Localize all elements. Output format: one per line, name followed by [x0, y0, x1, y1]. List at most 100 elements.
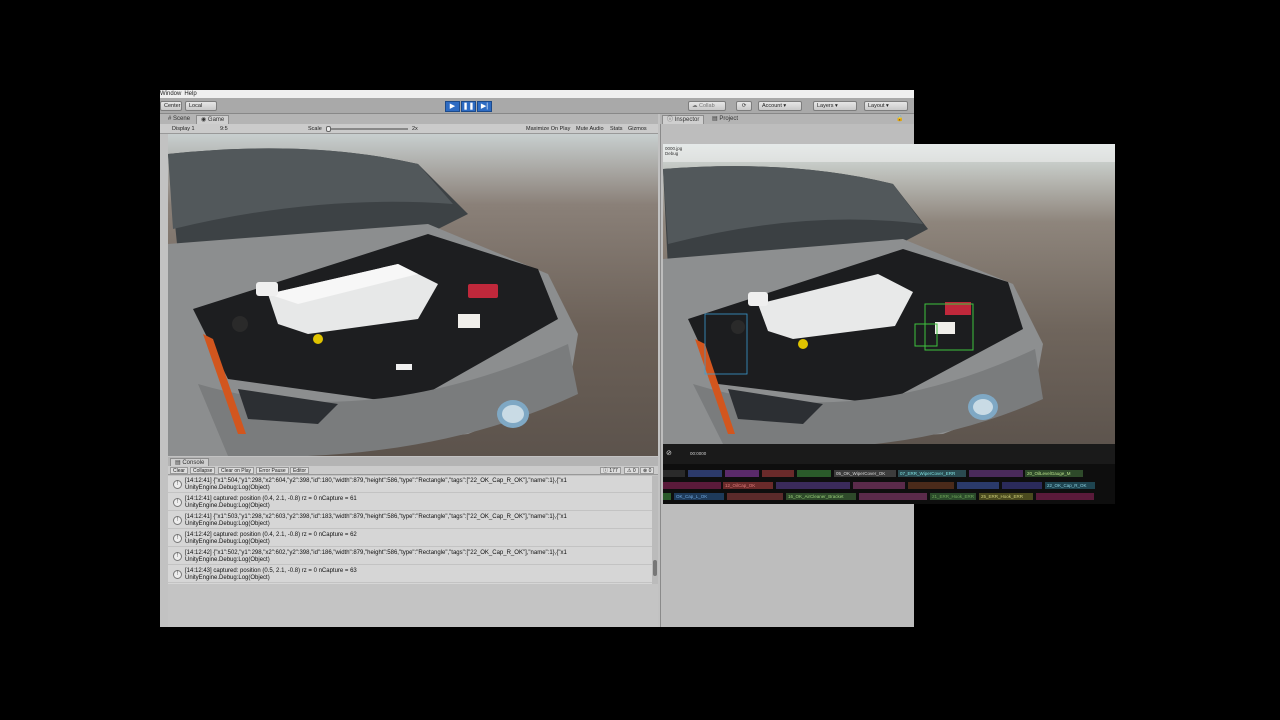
- services-button[interactable]: ⟳: [736, 101, 752, 111]
- tab-scene-label: Scene: [173, 116, 191, 122]
- game-panel-tabs: # Scene ◉ Game: [160, 114, 658, 124]
- tab-inspector[interactable]: ⓘ Inspector: [662, 115, 705, 124]
- collab-button[interactable]: ☁ Collab: [688, 101, 726, 111]
- log-message: [14:12:42] {"x1":502,"y1":298,"x2":602,"…: [185, 550, 567, 556]
- account-dropdown[interactable]: Account ▾: [758, 101, 802, 111]
- display-dropdown[interactable]: Display 1: [172, 125, 195, 133]
- play-button[interactable]: ▶: [445, 101, 460, 112]
- scale-value: 2x: [412, 126, 418, 132]
- log-stacktrace: UnityEngine.Debug:Log(Object): [185, 521, 270, 527]
- local-label: Local: [189, 103, 203, 109]
- console-clear-on-play-toggle[interactable]: Clear on Play: [218, 467, 255, 474]
- layout-dropdown[interactable]: Layout ▾: [864, 101, 908, 111]
- stats-toggle[interactable]: Stats: [610, 125, 623, 133]
- log-stacktrace: UnityEngine.Debug:Log(Object): [185, 485, 270, 491]
- console-log-list[interactable]: ! [14:12:41] {"x1":504,"y1":298,"x2":604,…: [168, 476, 652, 584]
- console-log-row[interactable]: ! [14:12:41] {"x1":503,"y1":298,"x2":603,…: [168, 512, 652, 529]
- scale-slider-track[interactable]: [328, 128, 408, 130]
- tag-chip[interactable]: [762, 470, 794, 477]
- console-log-count[interactable]: ⓘ 177: [600, 467, 621, 474]
- tag-hook-err-25[interactable]: 25_ERR_Hook_ERR: [979, 493, 1033, 500]
- console-error-pause-toggle[interactable]: Error Pause: [256, 467, 289, 474]
- tab-inspector-label: Inspector: [674, 117, 700, 123]
- tag-chip[interactable]: [1002, 482, 1042, 489]
- menu-help[interactable]: Help: [184, 91, 196, 97]
- console-log-row[interactable]: ! [14:12:43] captured: position (0.5, 2.1…: [168, 566, 652, 583]
- car-engine-render: [168, 148, 578, 456]
- pivot-local-button[interactable]: Local: [185, 101, 217, 111]
- lock-icon[interactable]: 🔒: [896, 115, 903, 122]
- tag-chip[interactable]: [1036, 493, 1094, 500]
- tag-chip[interactable]: [725, 470, 759, 477]
- console-log-row[interactable]: ! [14:12:41] {"x1":504,"y1":298,"x2":604,…: [168, 476, 652, 493]
- layers-dropdown[interactable]: Layers ▾: [813, 101, 857, 111]
- game-view-render[interactable]: [168, 134, 658, 456]
- log-message: [14:12:41] {"x1":504,"y1":298,"x2":604,"…: [185, 478, 567, 484]
- tag-chip[interactable]: [908, 482, 954, 489]
- gizmos-dropdown[interactable]: Gizmos: [628, 125, 647, 133]
- car-engine-capture: [663, 166, 1043, 444]
- tag-chip[interactable]: [797, 470, 831, 477]
- log-stacktrace: UnityEngine.Debug:Log(Object): [185, 557, 270, 563]
- tag-cap-l-ok[interactable]: OK_Cap_L_OK: [674, 493, 724, 500]
- account-label: Account: [762, 103, 782, 109]
- console-log-row[interactable]: ! [14:12:42] captured: position (0.4, 2.1…: [168, 530, 652, 547]
- capture-debug-label: Debug: [665, 151, 679, 156]
- console-error-count[interactable]: ⊗ 0: [640, 467, 655, 474]
- info-icon: !: [173, 552, 182, 561]
- pivot-center-button[interactable]: Center: [160, 101, 182, 111]
- tag-cap-r-ok[interactable]: 22_OK_Cap_R_OK: [1045, 482, 1095, 489]
- tag-hook-err-21[interactable]: 21_ERR_Hook_ERR: [930, 493, 976, 500]
- console-editor-dropdown[interactable]: Editor: [290, 467, 310, 474]
- console-scrollbar[interactable]: [652, 476, 658, 584]
- log-stacktrace: UnityEngine.Debug:Log(Object): [185, 575, 270, 581]
- console-log-row[interactable]: ! [14:12:42] {"x1":502,"y1":298,"x2":602,…: [168, 548, 652, 565]
- console-log-row[interactable]: ! [14:12:41] captured: position (0.4, 2.1…: [168, 494, 652, 511]
- play-icon: ▶: [449, 103, 456, 110]
- warn-count-value: 0: [632, 468, 636, 474]
- main-toolbar: Center Local ▶ ❚❚ ▶| ☁ Collab ⟳ Account …: [160, 98, 914, 114]
- layers-label: Layers: [817, 103, 834, 109]
- tab-game[interactable]: ◉ Game: [196, 115, 230, 124]
- tab-scene[interactable]: # Scene: [164, 115, 194, 124]
- step-button[interactable]: ▶|: [477, 101, 492, 112]
- aspect-dropdown[interactable]: 9:5: [220, 125, 228, 133]
- maximize-on-play-toggle[interactable]: Maximize On Play: [526, 125, 570, 133]
- cloud-icon: ☁: [692, 103, 700, 109]
- info-icon: !: [173, 570, 182, 579]
- annotation-timeline-bar: ⊘ 00:0000: [663, 444, 1115, 464]
- mute-audio-toggle[interactable]: Mute Audio: [576, 125, 604, 133]
- log-message: [14:12:42] captured: position (0.4, 2.1,…: [185, 532, 357, 538]
- tab-game-label: Game: [207, 117, 225, 123]
- tag-chip[interactable]: [663, 470, 685, 477]
- tag-oil-cap[interactable]: 12_OilCap_OK: [723, 482, 773, 489]
- tag-wiper-cover-ok[interactable]: 05_OK_WiperCover_OK: [834, 470, 896, 477]
- tag-chip[interactable]: [727, 493, 783, 500]
- no-entry-icon[interactable]: ⊘: [666, 449, 672, 457]
- tag-chip[interactable]: [776, 482, 850, 489]
- tag-chip[interactable]: [663, 482, 721, 489]
- console-collapse-button[interactable]: Collapse: [190, 467, 216, 474]
- console-scroll-thumb[interactable]: [653, 560, 657, 576]
- chevron-down-icon: ▾: [781, 103, 787, 109]
- tag-wiper-cover-err[interactable]: 07_ERR_WiperCover_ERR: [898, 470, 966, 477]
- scale-label: Scale: [308, 126, 322, 132]
- pause-button[interactable]: ❚❚: [461, 101, 476, 112]
- info-icon: !: [173, 516, 182, 525]
- tag-chip[interactable]: [969, 470, 1023, 477]
- menu-window[interactable]: Window: [160, 91, 181, 97]
- tag-chip[interactable]: [957, 482, 999, 489]
- info-icon: ⓘ: [667, 117, 675, 123]
- tag-chip[interactable]: [859, 493, 927, 500]
- console-clear-button[interactable]: Clear: [170, 467, 188, 474]
- chevron-down-icon: ▾: [884, 103, 889, 109]
- tag-air-cleaner-bracket[interactable]: 16_OK_AirCleaner_Bracket: [786, 493, 856, 500]
- capture-preview-header: 0000.jpg Debug: [663, 144, 1115, 162]
- tag-oil-level-gauge[interactable]: 20_OilLevelGauge_M: [1025, 470, 1083, 477]
- tag-chip[interactable]: [853, 482, 905, 489]
- scale-slider-handle[interactable]: [326, 126, 331, 132]
- console-warn-count[interactable]: ⚠ 0: [624, 467, 639, 474]
- tab-project[interactable]: ▤ Project: [708, 115, 742, 124]
- tag-chip[interactable]: [688, 470, 722, 477]
- tag-chip[interactable]: [663, 493, 671, 500]
